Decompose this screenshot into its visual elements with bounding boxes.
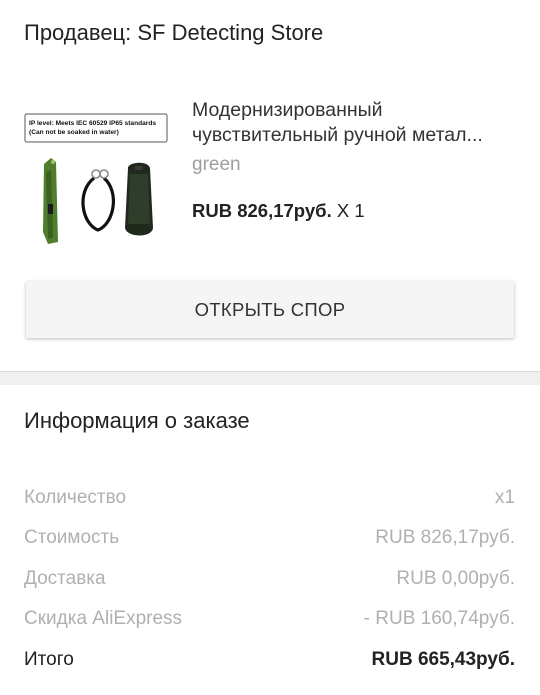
order-row-value: RUB 0,00руб. <box>396 568 515 589</box>
order-row-cost: Стоимость RUB 826,17руб. <box>24 527 515 553</box>
product-title-line1: Модернизированный <box>192 99 383 121</box>
order-row-quantity: Количество x1 <box>24 487 515 513</box>
product-quantity: X 1 <box>336 200 365 221</box>
section-divider <box>0 371 540 385</box>
order-row-label: Скидка AliExpress <box>24 608 183 629</box>
order-row-label: Стоимость <box>24 527 120 548</box>
product-title-line2: чувствительный ручной метал... <box>192 124 483 146</box>
image-caption-line2: (Can not be soaked in water) <box>29 129 119 136</box>
order-row-shipping: Доставка RUB 0,00руб. <box>24 568 515 594</box>
order-row-total: Итого RUB 665,43руб. <box>24 649 515 675</box>
seller-name[interactable]: Продавец: SF Detecting Store <box>24 20 323 46</box>
product-price: RUB 826,17руб. <box>192 200 332 221</box>
order-info-title: Информация о заказе <box>24 408 250 433</box>
order-row-value: - RUB 160,74руб. <box>363 608 515 629</box>
image-caption-line1: IP level: Meets IEC 60529 IP65 standards <box>29 120 156 127</box>
order-row-value: x1 <box>494 487 515 508</box>
product-variant: green <box>192 154 241 175</box>
order-row-discount: Скидка AliExpress - RUB 160,74руб. <box>24 608 515 634</box>
product-title[interactable]: Модернизированный чувствительный ручной … <box>192 98 522 148</box>
order-total-value: RUB 665,43руб. <box>371 649 516 670</box>
order-row-label: Итого <box>24 649 74 670</box>
order-row-label: Доставка <box>24 568 106 589</box>
order-row-label: Количество <box>24 487 127 508</box>
open-dispute-button[interactable]: ОТКРЫТЬ СПОР <box>26 281 514 338</box>
product-price-line: RUB 826,17руб. X 1 <box>192 200 365 222</box>
order-row-value: RUB 826,17руб. <box>375 527 515 548</box>
product-image[interactable]: IP level: Meets IEC 60529 IP65 standards… <box>24 112 170 246</box>
